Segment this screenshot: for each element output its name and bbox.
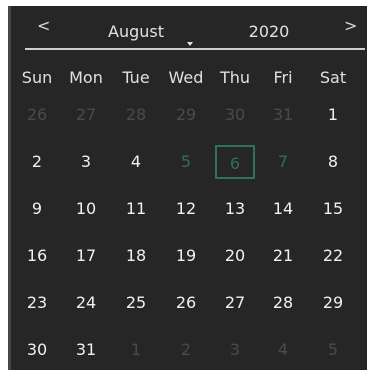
- other-month-day-cell[interactable]: 31: [263, 98, 303, 132]
- day-cell[interactable]: 28: [263, 286, 303, 320]
- day-cell[interactable]: 11: [116, 192, 156, 226]
- month-label: August: [108, 22, 164, 41]
- day-cell[interactable]: 22: [313, 239, 353, 273]
- date-picker-calendar: < August 2020 > Sun Mon Tue Wed Thu Fri Sat 26…: [8, 6, 367, 370]
- day-cell[interactable]: 26: [166, 286, 206, 320]
- weekday-label-tue: Tue: [122, 68, 150, 87]
- other-month-day-cell[interactable]: 2: [166, 333, 206, 367]
- calendar-header: < August 2020 >: [11, 6, 367, 50]
- day-cell[interactable]: 2: [17, 145, 57, 179]
- day-cell[interactable]: 15: [313, 192, 353, 226]
- day-cell[interactable]: 18: [116, 239, 156, 273]
- selected-day-cell[interactable]: 6: [215, 145, 255, 179]
- other-month-day-cell[interactable]: 3: [215, 333, 255, 367]
- day-cell[interactable]: 17: [66, 239, 106, 273]
- month-dropdown[interactable]: August: [101, 22, 211, 46]
- day-cell[interactable]: 14: [263, 192, 303, 226]
- other-month-day-cell[interactable]: 29: [166, 98, 206, 132]
- weekday-label-mon: Mon: [69, 68, 103, 87]
- weekday-label-fri: Fri: [273, 68, 293, 87]
- day-cell[interactable]: 19: [166, 239, 206, 273]
- day-cell[interactable]: 4: [116, 145, 156, 179]
- other-month-day-cell[interactable]: 1: [116, 333, 156, 367]
- day-cell[interactable]: 20: [215, 239, 255, 273]
- day-cell[interactable]: 29: [313, 286, 353, 320]
- day-cell[interactable]: 13: [215, 192, 255, 226]
- day-cell[interactable]: 23: [17, 286, 57, 320]
- day-cell[interactable]: 10: [66, 192, 106, 226]
- other-month-day-cell[interactable]: 26: [17, 98, 57, 132]
- day-cell[interactable]: 25: [116, 286, 156, 320]
- day-cell[interactable]: 8: [313, 145, 353, 179]
- day-cell[interactable]: 7: [263, 145, 303, 179]
- weekday-label-thu: Thu: [219, 68, 251, 87]
- day-cell[interactable]: 5: [166, 145, 206, 179]
- header-divider: [25, 48, 365, 50]
- day-cell[interactable]: 30: [17, 333, 57, 367]
- weekday-label-sun: Sun: [21, 68, 53, 87]
- caret-down-icon: [187, 42, 193, 46]
- weekday-label-wed: Wed: [168, 68, 204, 87]
- day-cell[interactable]: 31: [66, 333, 106, 367]
- day-cell[interactable]: 16: [17, 239, 57, 273]
- day-cell[interactable]: 21: [263, 239, 303, 273]
- previous-month-button[interactable]: <: [37, 16, 50, 35]
- day-cell[interactable]: 24: [66, 286, 106, 320]
- other-month-day-cell[interactable]: 5: [313, 333, 353, 367]
- other-month-day-cell[interactable]: 30: [215, 98, 255, 132]
- day-cell[interactable]: 27: [215, 286, 255, 320]
- other-month-day-cell[interactable]: 28: [116, 98, 156, 132]
- other-month-day-cell[interactable]: 27: [66, 98, 106, 132]
- day-cell[interactable]: 3: [66, 145, 106, 179]
- year-label[interactable]: 2020: [239, 22, 299, 41]
- weekday-label-sat: Sat: [319, 68, 347, 87]
- day-cell[interactable]: 9: [17, 192, 57, 226]
- other-month-day-cell[interactable]: 4: [263, 333, 303, 367]
- next-month-button[interactable]: >: [344, 16, 357, 35]
- day-cell[interactable]: 12: [166, 192, 206, 226]
- day-cell[interactable]: 1: [313, 98, 353, 132]
